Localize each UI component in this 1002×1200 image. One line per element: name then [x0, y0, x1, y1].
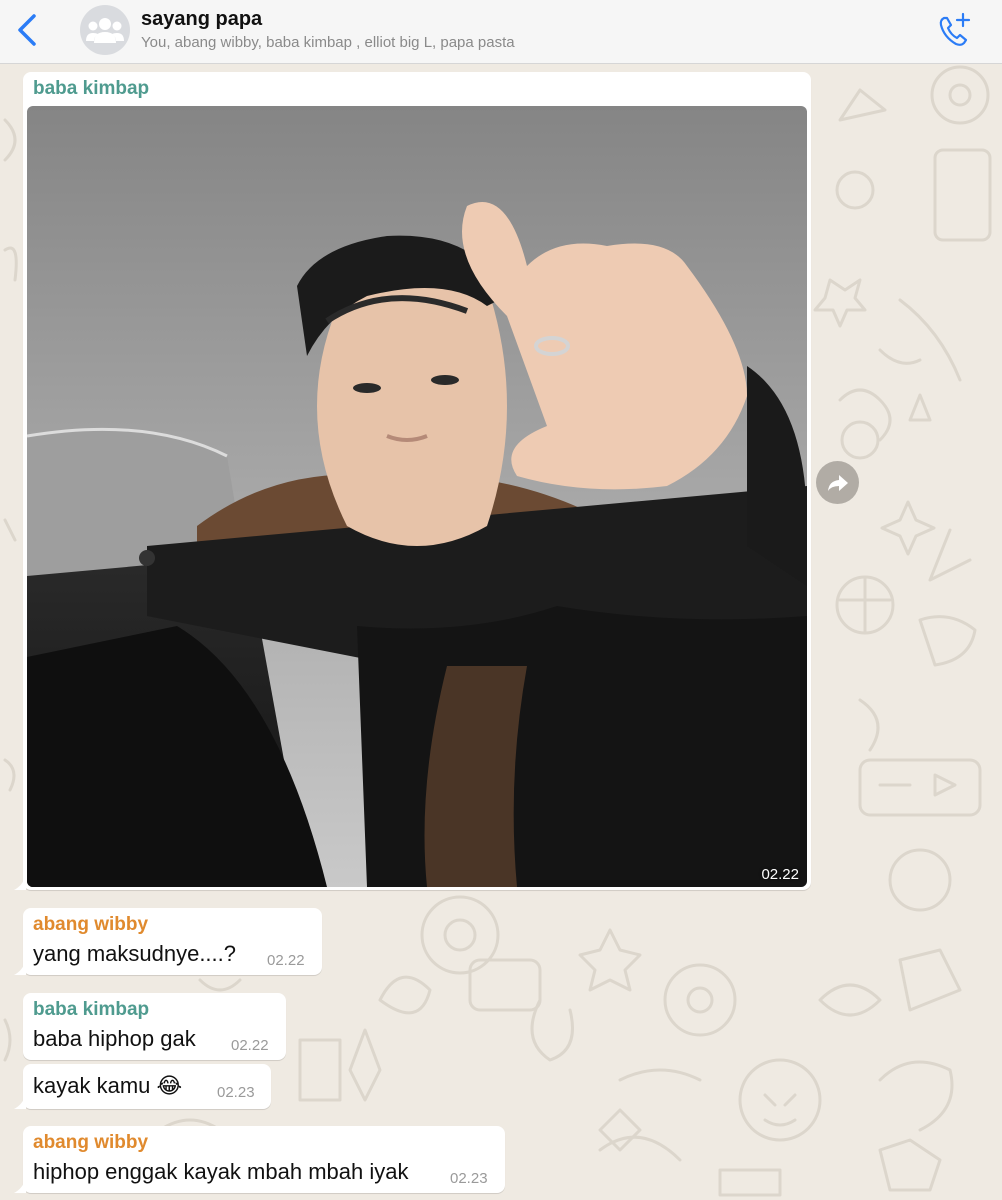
- back-button[interactable]: [12, 10, 42, 50]
- photo-image: [27, 106, 807, 887]
- add-call-icon: [939, 12, 971, 46]
- group-avatar[interactable]: [80, 5, 130, 55]
- bubble-tail: [14, 961, 26, 975]
- message-text: yang maksudnye....?: [33, 941, 237, 966]
- group-icon: [86, 18, 124, 43]
- chevron-left-icon: [18, 14, 36, 46]
- message-time: 02.22: [267, 952, 305, 969]
- message-text: kayak kamu 😂: [33, 1073, 183, 1098]
- chat-members-list[interactable]: You, abang wibby, baba kimbap , elliot b…: [141, 34, 515, 51]
- message-time: 02.22: [761, 866, 799, 883]
- message-bubble[interactable]: baba kimbap 02.22: [14, 72, 811, 890]
- message-text: baba hiphop gak: [33, 1026, 196, 1051]
- forward-icon: [827, 474, 848, 491]
- bubble-tail: [14, 876, 26, 890]
- add-call-button[interactable]: [936, 12, 974, 48]
- message-time: 02.22: [231, 1037, 269, 1054]
- sender-name: baba kimbap: [33, 78, 150, 99]
- message-time: 02.23: [217, 1084, 255, 1101]
- bubble-tail: [14, 1095, 26, 1109]
- message-bubble[interactable]: kayak kamu 😂 02.23: [14, 1064, 271, 1109]
- shared-photo[interactable]: 02.22: [27, 106, 807, 887]
- message-bubble[interactable]: abang wibby hiphop enggak kayak mbah mba…: [14, 1126, 505, 1193]
- forward-button[interactable]: [816, 461, 859, 504]
- message-bubble[interactable]: baba kimbap baba hiphop gak 02.22: [23, 993, 286, 1060]
- chat-header: sayang papa You, abang wibby, baba kimba…: [0, 0, 1002, 64]
- bubble-tail: [14, 1179, 26, 1193]
- sender-name: baba kimbap: [33, 999, 150, 1020]
- chat-title[interactable]: sayang papa: [141, 8, 262, 31]
- sender-name: abang wibby: [33, 1132, 149, 1153]
- sender-name: abang wibby: [33, 914, 149, 935]
- message-bubble[interactable]: abang wibby yang maksudnye....? 02.22: [14, 908, 322, 975]
- message-time: 02.23: [450, 1170, 488, 1187]
- message-text: hiphop enggak kayak mbah mbah iyak: [33, 1159, 409, 1184]
